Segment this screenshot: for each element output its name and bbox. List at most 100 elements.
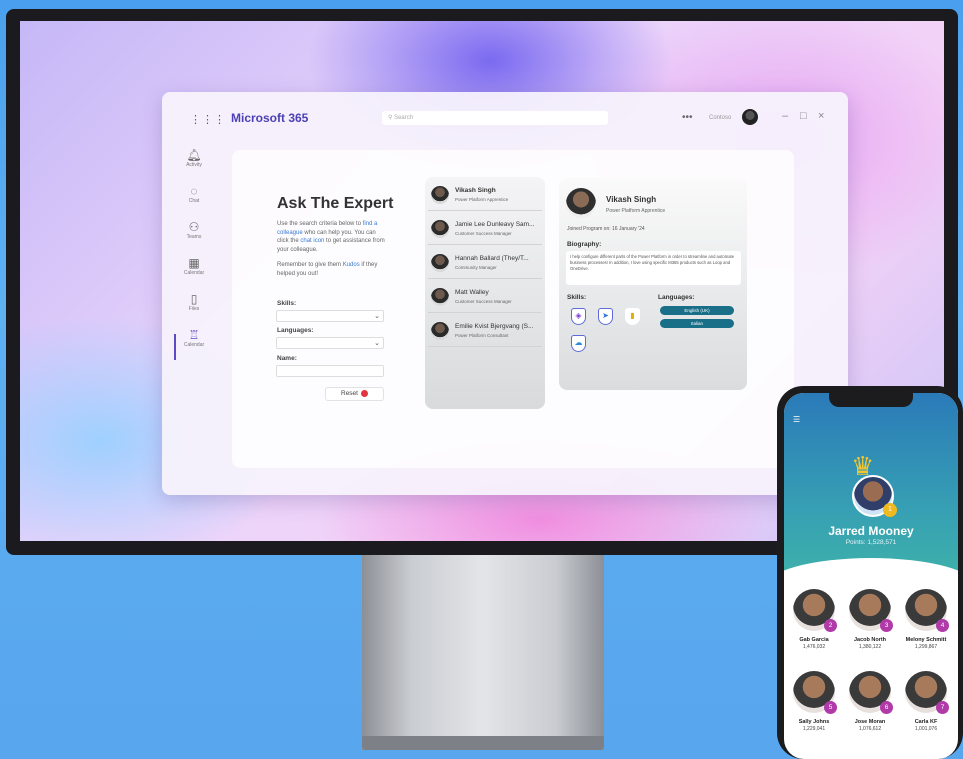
phone-screen: ☰ ♛ 1 Jarred Mooney Points: 1,528,571 2 … xyxy=(784,393,958,759)
power-apps-badge-icon[interactable]: ◈ xyxy=(571,308,586,325)
rail-item-files[interactable]: ▯ Files xyxy=(174,292,214,328)
list-item[interactable]: Vikash Singh Power Platform Apprentice xyxy=(428,179,542,211)
list-item[interactable]: Emilie Kvist Bjergvang (S... Power Platfo… xyxy=(428,315,542,347)
leaderboard-entry[interactable]: 5 Sally Johns 1,229,041 xyxy=(787,671,841,732)
avatar xyxy=(431,322,449,340)
rail-item-calendar[interactable]: ▦ Calendar xyxy=(174,256,214,292)
person-role: Power Platform Apprentice xyxy=(455,197,509,202)
winner-points: Points: 1,528,571 xyxy=(845,539,897,546)
rank-badge: 3 xyxy=(880,619,893,632)
rail-item-chat[interactable]: ◌ Chat xyxy=(174,184,214,220)
skills-dropdown[interactable]: ⌄ xyxy=(276,310,384,322)
reset-label: Reset xyxy=(341,390,358,397)
chat-icon: ◌ xyxy=(190,184,198,198)
rail-label: Calendar xyxy=(183,342,205,348)
leader-points: 1,299,867 xyxy=(914,644,938,650)
avatar: 6 xyxy=(849,671,893,714)
calendar-icon: ▦ xyxy=(188,256,200,270)
rail-label: Chat xyxy=(188,198,200,204)
search-placeholder: Search xyxy=(394,115,414,121)
name-input[interactable] xyxy=(276,365,384,377)
rail-item-teams[interactable]: ⚇ Teams xyxy=(174,220,214,256)
rail-item-activity[interactable]: 🔔︎ Activity xyxy=(174,148,214,184)
profile-card: Vikash Singh Power Platform Apprentice J… xyxy=(559,178,747,390)
joined-date: Joined Program on: 16 January '24 xyxy=(567,226,645,232)
leader-name: Sally Johns xyxy=(798,719,830,725)
app-description: Use the search criteria below to find a … xyxy=(277,220,385,254)
search-input[interactable]: ⚲ Search xyxy=(382,111,608,125)
chat-icon-link[interactable]: chat icon xyxy=(300,238,324,244)
app-launcher-icon[interactable]: ⋮⋮⋮ xyxy=(190,114,225,126)
leader-points: 1,001,076 xyxy=(914,726,938,732)
list-item[interactable]: Jamie Lee Dunleavy Sam... Customer Succes… xyxy=(428,213,542,245)
skills-label: Skills: xyxy=(277,300,297,307)
minimize-icon[interactable]: – xyxy=(782,110,788,122)
languages-heading: Languages: xyxy=(658,294,695,301)
leaderboard-entry[interactable]: 4 Melony Schmitt 1,299,867 xyxy=(899,589,953,650)
reset-icon xyxy=(360,389,368,397)
biography-text: I help configure different parts of the … xyxy=(566,251,741,285)
account-avatar[interactable] xyxy=(742,109,758,125)
rank-badge: 7 xyxy=(936,701,949,714)
rail-label: Calendar xyxy=(183,270,205,276)
avatar: 2 xyxy=(793,589,837,632)
leaderboard-entry[interactable]: 7 Carla KF 1,001,076 xyxy=(899,671,953,732)
more-options-button[interactable]: ••• xyxy=(682,112,693,123)
language-pill: Italian xyxy=(660,319,734,328)
ask-the-expert-app: Ask The Expert Use the search criteria b… xyxy=(232,150,794,468)
rail-item-expert-app[interactable]: ♖ Calendar xyxy=(174,328,214,364)
avatar xyxy=(431,220,449,238)
avatar xyxy=(431,288,449,306)
languages-dropdown[interactable]: ⌄ xyxy=(276,337,384,349)
maximize-icon[interactable]: □ xyxy=(800,110,807,122)
kudos-link[interactable]: Kudos xyxy=(343,262,360,268)
leader-name: Carla KF xyxy=(914,719,938,725)
skills-heading: Skills: xyxy=(567,294,587,301)
leader-name: Jacob North xyxy=(853,637,887,643)
power-bi-badge-icon[interactable]: ▮ xyxy=(625,308,640,325)
teams-icon: ⚇ xyxy=(188,220,200,234)
avatar: 4 xyxy=(905,589,949,632)
person-role: Customer Success Manager xyxy=(455,231,512,236)
copilot-studio-badge-icon[interactable]: ☁ xyxy=(571,335,586,352)
chevron-down-icon: ⌄ xyxy=(374,340,380,347)
list-item[interactable]: Matt Walley Customer Success Manager xyxy=(428,281,542,313)
rank-badge: 4 xyxy=(936,619,949,632)
rank-badge: 6 xyxy=(880,701,893,714)
leader-name: Jose Moran xyxy=(854,719,886,725)
person-role: Power Platform Consultant xyxy=(455,333,509,338)
chevron-down-icon: ⌄ xyxy=(374,313,380,320)
page-title: Ask The Expert xyxy=(277,195,394,212)
phone-notch xyxy=(829,393,913,407)
rail-label: Teams xyxy=(186,234,202,240)
winner-name: Jarred Mooney xyxy=(828,524,914,538)
person-role: Community Manager xyxy=(455,265,497,270)
app-rail: 🔔︎ Activity ◌ Chat ⚇ Teams ▦ Calendar ▯ Files… xyxy=(174,148,214,364)
rank-badge: 5 xyxy=(824,701,837,714)
leader-points: 1,476,032 xyxy=(802,644,826,650)
language-pill: English (UK) xyxy=(660,306,734,315)
person-name: Jamie Lee Dunleavy Sam... xyxy=(455,221,535,228)
avatar: 5 xyxy=(793,671,837,714)
leaderboard-entry[interactable]: 2 Gab Garcia 1,476,032 xyxy=(787,589,841,650)
reset-button[interactable]: Reset xyxy=(325,387,384,401)
desc-text: Use the search criteria below to xyxy=(277,221,362,227)
leaderboard-entry[interactable]: 3 Jacob North 1,380,122 xyxy=(843,589,897,650)
leaderboard-entry[interactable]: 6 Jose Moran 1,076,612 xyxy=(843,671,897,732)
kudos-text: Remember to give them xyxy=(277,262,342,268)
list-item[interactable]: Hannah Ballard (They/T... Community Manag… xyxy=(428,247,542,279)
rank-badge: 2 xyxy=(824,619,837,632)
leader-points: 1,380,122 xyxy=(858,644,882,650)
phone: ☰ ♛ 1 Jarred Mooney Points: 1,528,571 2 … xyxy=(777,386,963,759)
brand-title: Microsoft 365 xyxy=(231,111,309,125)
close-icon[interactable]: × xyxy=(818,110,824,122)
bell-icon: 🔔︎ xyxy=(186,148,202,162)
monitor-stand xyxy=(362,555,604,750)
hamburger-menu-icon[interactable]: ☰ xyxy=(793,415,800,424)
profile-name: Vikash Singh xyxy=(606,195,657,204)
power-automate-badge-icon[interactable]: ➤ xyxy=(598,308,613,325)
profile-role: Power Platform Apprentice xyxy=(606,208,666,214)
person-role: Customer Success Manager xyxy=(455,299,512,304)
account-name: Contoso xyxy=(709,115,732,121)
avatar xyxy=(431,254,449,272)
